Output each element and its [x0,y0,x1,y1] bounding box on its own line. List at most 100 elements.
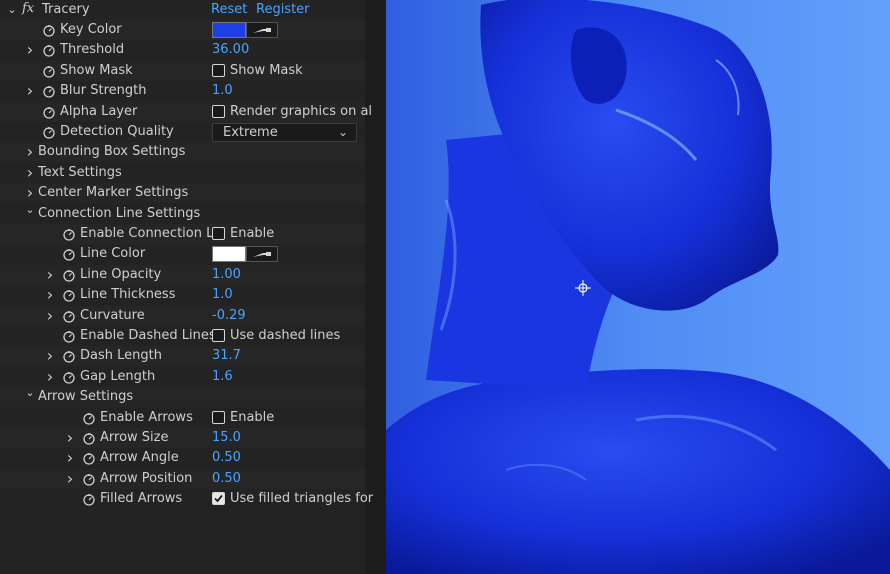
property-row-line-thickness: › Line Thickness 1.0 [0,285,365,305]
property-label: Show Mask [60,62,133,78]
property-label: Filled Arrows [100,491,183,507]
checkbox[interactable] [212,104,225,118]
stopwatch-icon[interactable] [62,349,76,364]
stopwatch-icon[interactable] [42,43,56,58]
property-row-enable-arrows: Enable Arrows Enable [0,408,365,428]
color-swatch[interactable] [212,22,246,38]
register-button[interactable]: Register [256,2,310,18]
value-scrubber[interactable]: 15.0 [212,430,241,446]
property-label: Center Marker Settings [38,185,189,201]
property-row-gap-length: › Gap Length 1.6 [0,367,365,387]
eyedropper-icon[interactable] [246,22,278,38]
stopwatch-icon[interactable] [62,227,76,241]
value-scrubber[interactable]: 36.00 [212,42,249,58]
property-label: Enable Dashed Lines [80,328,216,343]
stopwatch-icon[interactable] [62,247,76,262]
property-label: Gap Length [80,368,156,384]
property-label: Enable Arrows [100,409,193,425]
property-label: Blur Strength [60,83,147,99]
property-row-alpha-layer: Alpha Layer Render graphics on al [0,101,372,122]
value-scrubber[interactable]: 1.0 [212,287,233,303]
stopwatch-icon[interactable] [82,451,96,466]
stopwatch-icon[interactable] [42,64,56,78]
value-scrubber[interactable]: 31.7 [212,348,241,364]
chevron-right-icon[interactable]: › [64,470,76,487]
stopwatch-icon[interactable] [82,492,96,506]
property-label: Detection Quality [60,124,174,139]
quality-dropdown[interactable]: Extreme ⌄ [212,123,357,142]
property-label: Arrow Angle [100,450,179,466]
chevron-right-icon[interactable]: › [44,368,56,385]
value-scrubber[interactable]: -0.29 [212,308,246,324]
checkbox[interactable] [212,329,225,342]
stopwatch-icon[interactable] [82,411,96,425]
chevron-right-icon[interactable]: › [44,266,56,283]
chevron-right-icon[interactable]: › [44,307,56,324]
property-row-curvature: › Curvature -0.29 [0,305,365,326]
stopwatch-icon[interactable] [62,268,76,282]
property-row-blur-strength: › Blur Strength 1.0 [0,81,365,101]
eyedropper-icon[interactable] [246,246,278,263]
reset-button[interactable]: Reset [211,2,247,18]
chevron-right-icon[interactable]: › [64,430,76,446]
stopwatch-icon[interactable] [62,288,76,302]
chevron-down-icon[interactable]: ⌄ [24,202,36,218]
property-row-show-mask: Show Mask Show Mask [0,60,365,81]
stopwatch-icon[interactable] [62,329,76,343]
value-scrubber[interactable]: 1.0 [212,83,233,99]
checkbox-label[interactable]: Enable [230,226,274,242]
composition-preview[interactable] [386,0,890,574]
chevron-right-icon[interactable]: › [44,287,56,303]
property-label: Arrow Settings [38,389,134,405]
stopwatch-icon[interactable] [82,472,96,486]
value-scrubber[interactable]: 0.50 [212,471,241,487]
chevron-right-icon[interactable]: › [64,450,76,466]
color-swatch[interactable] [212,246,246,263]
checkbox[interactable] [212,410,225,424]
value-scrubber[interactable]: 1.6 [212,369,233,385]
property-row-connection-line-settings: ⌄ Connection Line Settings [0,202,365,224]
property-row-arrow-settings: ⌄ Arrow Settings [0,385,365,408]
property-label: Text Settings [38,164,122,180]
stopwatch-icon[interactable] [42,125,56,139]
chevron-right-icon[interactable]: › [24,144,36,160]
property-row-line-color: Line Color [0,244,365,264]
property-row-detection-quality: Detection Quality Extreme ⌄ [0,122,365,142]
stopwatch-icon[interactable] [42,105,56,119]
checkbox[interactable] [212,63,225,77]
property-label: Line Opacity [80,266,162,282]
chevron-right-icon[interactable]: › [44,348,56,364]
preview-image [386,0,890,574]
chevron-right-icon[interactable]: › [24,164,36,181]
checkbox-label[interactable]: Show Mask [230,63,303,79]
stopwatch-icon[interactable] [82,431,96,445]
chevron-down-icon[interactable]: ⌄ [6,2,18,18]
fx-icon[interactable]: fx [22,1,34,16]
property-label: Line Thickness [80,287,176,303]
value-scrubber[interactable]: 1.00 [212,267,241,283]
stopwatch-icon[interactable] [62,309,76,323]
chevron-right-icon[interactable]: › [24,83,36,99]
chevron-right-icon[interactable]: › [24,42,36,58]
checkbox-label[interactable]: Render graphics on al [230,104,372,120]
property-label: Arrow Position [100,470,193,486]
value-scrubber[interactable]: 0.50 [212,450,241,466]
checkbox-label[interactable]: Enable [230,410,274,426]
property-row-bounding-box-settings: › Bounding Box Settings [0,142,365,163]
effect-name: Tracery [42,2,90,17]
checkbox-label[interactable]: Use filled triangles for [230,491,373,507]
property-row-enable-dashed-lines: Enable Dashed Lines Use dashed lines [0,326,365,346]
property-row-dash-length: › Dash Length 31.7 [0,346,365,367]
effect-controls-panel: ⌄ fx Tracery Reset Register Key Color › Th… [0,0,373,574]
chevron-right-icon[interactable]: › [24,185,36,201]
property-row-line-opacity: › Line Opacity 1.00 [0,264,365,285]
stopwatch-icon[interactable] [62,370,76,384]
checkbox-label[interactable]: Use dashed lines [230,328,340,344]
checkbox[interactable] [212,227,225,240]
stopwatch-icon[interactable] [42,84,56,98]
stopwatch-icon[interactable] [42,23,56,37]
property-row-text-settings: › Text Settings [0,163,365,183]
checkbox[interactable] [212,492,225,506]
chevron-down-icon[interactable]: ⌄ [24,385,36,401]
property-label: Alpha Layer [60,103,138,119]
